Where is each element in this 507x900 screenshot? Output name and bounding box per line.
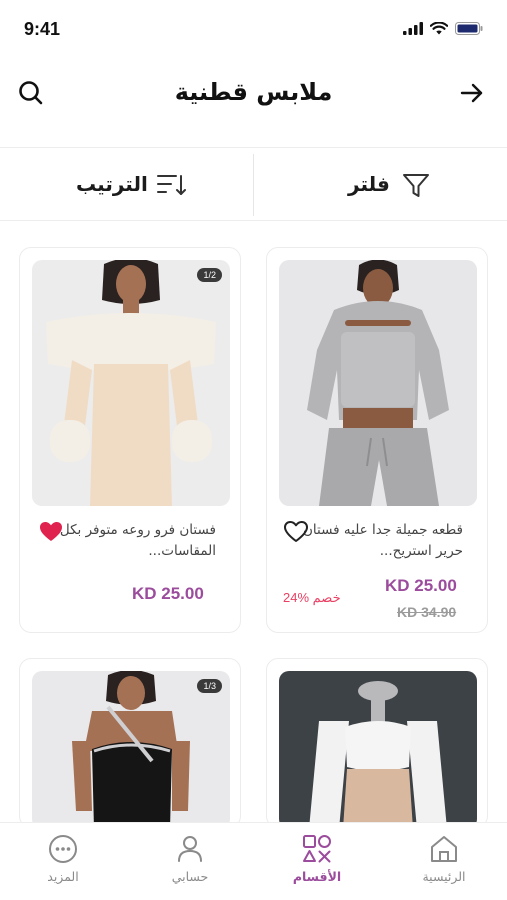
page-title: ملابس قطنية <box>174 78 333 106</box>
product-photo <box>32 671 230 829</box>
sort-label: الترتيب <box>76 172 148 196</box>
product-photo <box>279 260 477 506</box>
favorite-button[interactable] <box>283 520 309 544</box>
filter-label: فلتر <box>348 172 390 196</box>
categories-icon <box>303 835 331 863</box>
nav-item-more[interactable]: المزيد <box>0 823 126 900</box>
nav-label-more: المزيد <box>47 869 79 884</box>
filter-icon <box>403 174 429 197</box>
favorite-button[interactable] <box>38 520 64 544</box>
bottom-nav: الرئيسية الأقسام حسابي المزيد <box>0 822 507 900</box>
status-time: 9:41 <box>24 19 61 39</box>
nav-label-categories: الأقسام <box>292 869 342 884</box>
home-icon <box>431 836 457 862</box>
product-image[interactable]: 1/3 <box>32 671 230 829</box>
product-card[interactable]: قطعه جميلة جدا عليه فستان حرير استريح...… <box>266 247 488 633</box>
status-bar: 9:41 <box>0 0 507 60</box>
product-title[interactable]: فستان فرو روعه متوفر بكل المقاسات... <box>46 520 216 562</box>
product-card[interactable]: 1/3 <box>19 658 241 829</box>
product-photo <box>279 671 477 829</box>
product-image[interactable] <box>279 260 477 506</box>
product-image[interactable]: 1/2 <box>32 260 230 506</box>
product-title[interactable]: قطعه جميلة جدا عليه فستان حرير استريح... <box>293 520 463 562</box>
filter-sort-bar: الترتيب فلتر <box>0 147 507 221</box>
battery-icon <box>455 22 483 35</box>
nav-item-home[interactable]: الرئيسية <box>381 823 507 900</box>
discount-badge: 24% خصم <box>283 590 341 605</box>
sort-icon <box>157 175 186 195</box>
image-counter-badge: 1/2 <box>197 268 222 282</box>
profile-icon <box>178 836 202 862</box>
signal-icon <box>403 22 423 35</box>
nav-item-account[interactable]: حسابي <box>127 823 253 900</box>
arrow-right-icon <box>460 83 483 103</box>
product-price: KD 25.00 <box>385 576 457 595</box>
product-card[interactable] <box>266 658 488 829</box>
header: ملابس قطنية <box>0 60 507 146</box>
product-photo <box>32 260 230 506</box>
wifi-icon <box>430 22 448 35</box>
nav-label-account: حسابي <box>171 869 209 884</box>
nav-item-categories[interactable]: الأقسام <box>254 823 380 900</box>
heart-filled-icon <box>40 522 62 541</box>
filter-button[interactable]: فلتر <box>254 148 507 222</box>
nav-label-home: الرئيسية <box>422 869 466 884</box>
back-button[interactable] <box>457 78 487 108</box>
image-counter-badge: 1/3 <box>197 679 222 693</box>
product-old-price: KD 34.90 <box>397 604 457 620</box>
product-image[interactable] <box>279 671 477 829</box>
sort-button[interactable]: الترتيب <box>0 148 253 222</box>
heart-outline-icon <box>284 521 308 542</box>
more-icon <box>49 835 77 863</box>
status-icons <box>403 22 483 35</box>
product-price: KD 25.00 <box>132 584 204 603</box>
product-card[interactable]: 1/2 فستان فرو روعه متوفر بكل المقاسات...… <box>19 247 241 633</box>
